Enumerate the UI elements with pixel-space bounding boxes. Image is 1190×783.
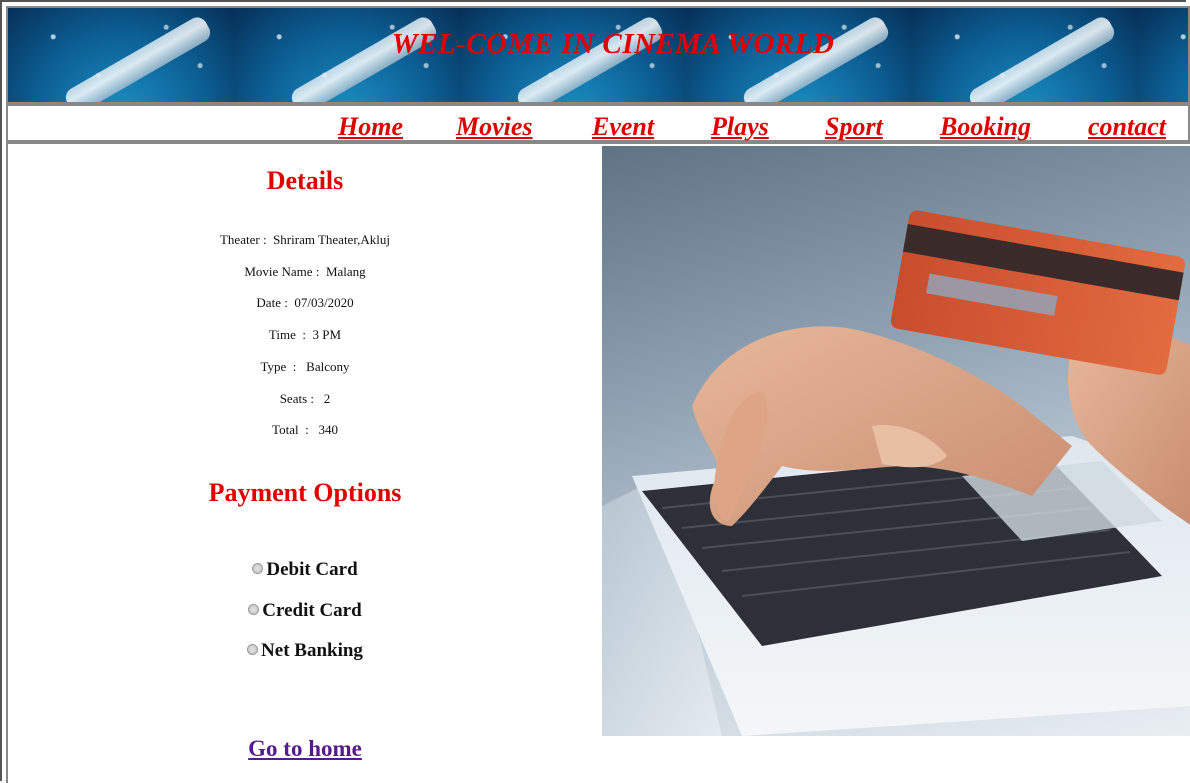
- radio-button[interactable]: [248, 604, 260, 616]
- detail-value: Balcony: [306, 359, 350, 374]
- detail-row-theater: Theater : Shriram Theater,Akluj: [219, 232, 390, 247]
- nav-link-event[interactable]: Event: [592, 112, 654, 142]
- detail-row-total: Total : 340: [272, 422, 338, 437]
- detail-row-date: Date : 07/03/2020: [256, 295, 354, 310]
- laptop-card-illustration: [602, 210, 1190, 736]
- nav-link-home[interactable]: Home: [338, 112, 403, 142]
- nav-link-contact[interactable]: contact: [1088, 112, 1166, 142]
- detail-row-time: Time : 3 PM: [268, 327, 342, 342]
- nav-link-sport[interactable]: Sport: [825, 112, 883, 142]
- payment-heading: Payment Options: [208, 478, 402, 507]
- payment-option-net-banking[interactable]: Net Banking: [8, 640, 602, 662]
- nav-link-movies[interactable]: Movies: [456, 112, 533, 142]
- details-heading: Details: [266, 166, 344, 195]
- detail-label: Total: [272, 422, 299, 437]
- detail-label: Type: [260, 359, 287, 374]
- payment-option-debit-card[interactable]: Debit Card: [8, 559, 602, 581]
- detail-label: Date: [256, 295, 281, 310]
- payment-option-label: Credit Card: [262, 600, 362, 621]
- main-nav: Home Movies Event Plays Sport Booking co…: [6, 104, 1190, 142]
- detail-value: 2: [323, 391, 331, 406]
- radio-button[interactable]: [252, 563, 264, 575]
- detail-label: Seats: [279, 391, 308, 406]
- nav-link-plays[interactable]: Plays: [711, 112, 769, 142]
- payment-photo: [602, 146, 1190, 736]
- payment-option-credit-card[interactable]: Credit Card: [8, 600, 602, 622]
- site-title: WEL-COME IN CINEMA WORLD: [391, 28, 835, 60]
- detail-row-movie-name: Movie Name : Malang: [244, 264, 366, 279]
- detail-value: 340: [318, 422, 338, 437]
- radio-button[interactable]: [247, 644, 259, 656]
- detail-label: Theater: [219, 232, 260, 247]
- nav-link-booking[interactable]: Booking: [940, 112, 1031, 142]
- detail-value: 07/03/2020: [294, 295, 354, 310]
- main-content: Details Theater : Shriram Theater,Akluj …: [6, 142, 1190, 783]
- detail-label: Time: [268, 327, 296, 342]
- detail-value: Malang: [325, 264, 366, 279]
- detail-row-seats: Seats : 2: [279, 391, 331, 406]
- detail-value: Shriram Theater,Akluj: [273, 232, 390, 247]
- detail-value: 3 PM: [312, 327, 342, 342]
- go-to-home-link[interactable]: Go to home: [8, 736, 602, 762]
- detail-row-type: Type : Balcony: [260, 359, 350, 374]
- detail-label: Movie Name: [244, 264, 313, 279]
- payment-option-label: Debit Card: [266, 559, 358, 580]
- header-banner: WEL-COME IN CINEMA WORLD: [6, 6, 1190, 104]
- payment-option-label: Net Banking: [261, 640, 363, 661]
